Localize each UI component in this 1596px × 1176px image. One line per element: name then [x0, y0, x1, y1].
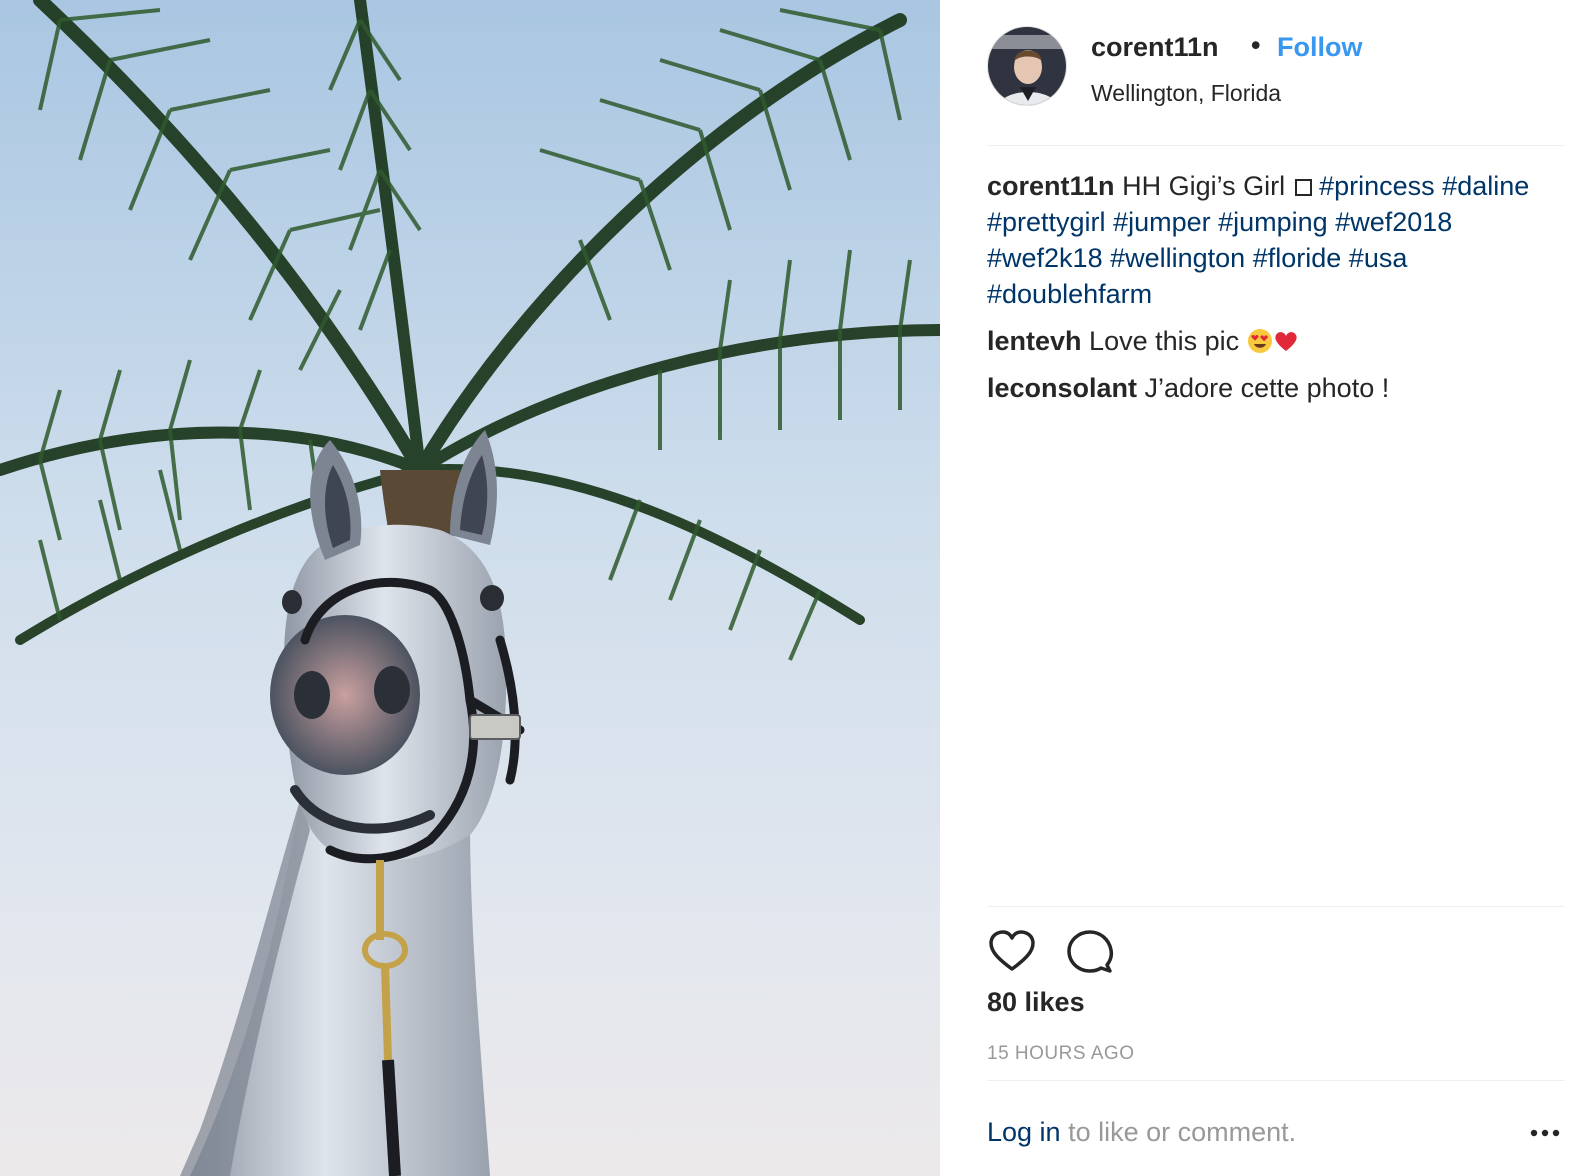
hashtag-link[interactable]: #jumper — [1113, 207, 1211, 237]
horse-palm-photo — [0, 0, 940, 1176]
comment-text: J’adore cette photo ! — [1144, 373, 1390, 403]
comment-item: lentevh Love this pic — [987, 323, 1565, 359]
hashtag-link[interactable]: #floride — [1253, 243, 1342, 273]
heart-eyes-emoji-icon — [1247, 329, 1272, 353]
speech-bubble-icon — [1067, 930, 1114, 973]
post-username[interactable]: corent11n — [1091, 32, 1219, 63]
hashtag-link[interactable]: #usa — [1349, 243, 1408, 273]
comments-list: corent11n HH Gigi’s Girl #princess #dali… — [987, 168, 1565, 417]
hashtag-link[interactable]: #jumping — [1218, 207, 1328, 237]
comment-username[interactable]: corent11n — [987, 171, 1115, 201]
missing-glyph-icon — [1294, 179, 1312, 196]
login-bar: Log in to like or comment. — [987, 1080, 1565, 1176]
comment-text: Love this pic — [1089, 326, 1240, 356]
login-prompt-text: to like or comment. — [1060, 1117, 1297, 1147]
red-heart-emoji-icon — [1275, 332, 1297, 351]
comment-button[interactable] — [1065, 927, 1115, 977]
post-actions: 80 likes 15 HOURS AGO — [987, 906, 1565, 1080]
comment-username[interactable]: leconsolant — [987, 373, 1137, 403]
follow-button[interactable]: Follow — [1277, 32, 1362, 63]
post-timestamp[interactable]: 15 HOURS AGO — [987, 1043, 1135, 1065]
post-header: corent11n • Follow Wellington, Florida — [987, 26, 1565, 146]
hashtag-link[interactable]: #wellington — [1110, 243, 1245, 273]
comment-item: leconsolant J’adore cette photo ! — [987, 370, 1565, 406]
heart-outline-icon — [989, 930, 1035, 971]
hashtag-link[interactable]: #princess — [1319, 171, 1435, 201]
hashtag-link[interactable]: #daline — [1442, 171, 1529, 201]
hashtag-link[interactable]: #doublehfarm — [987, 279, 1152, 309]
like-button[interactable] — [987, 927, 1037, 977]
instagram-post-page: corent11n • Follow Wellington, Florida c… — [0, 0, 1596, 1176]
hashtag-link[interactable]: #wef2k18 — [987, 243, 1103, 273]
caption-comment: corent11n HH Gigi’s Girl #princess #dali… — [987, 168, 1565, 312]
post-photo[interactable] — [0, 0, 940, 1176]
login-link[interactable]: Log in — [987, 1117, 1061, 1147]
post-side-panel: corent11n • Follow Wellington, Florida c… — [940, 0, 1596, 1176]
ellipsis-icon — [1530, 1129, 1560, 1137]
comment-username[interactable]: lentevh — [987, 326, 1082, 356]
hashtag-link[interactable]: #wef2018 — [1335, 207, 1452, 237]
likes-count[interactable]: 80 likes — [987, 987, 1085, 1018]
post-location[interactable]: Wellington, Florida — [1091, 80, 1281, 107]
comment-text: HH Gigi’s Girl — [1122, 171, 1286, 201]
login-prompt: Log in to like or comment. — [987, 1117, 1296, 1148]
avatar[interactable] — [987, 26, 1067, 106]
more-options-button[interactable] — [1529, 1125, 1561, 1141]
avatar-image — [988, 27, 1066, 105]
separator-dot: • — [1251, 30, 1261, 60]
hashtag-link[interactable]: #prettygirl — [987, 207, 1106, 237]
